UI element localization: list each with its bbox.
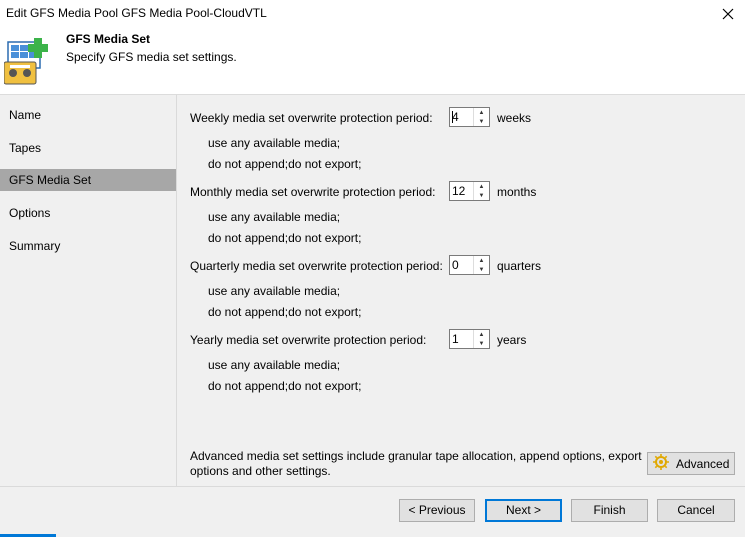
wizard-steps: Name Tapes GFS Media Set Options Summary	[0, 94, 176, 487]
cancel-button[interactable]: Cancel	[657, 499, 735, 522]
yearly-unit: years	[497, 333, 527, 347]
monthly-media-desc: use any available media;	[208, 210, 341, 224]
step-summary[interactable]: Summary	[0, 235, 176, 257]
step-label: Name	[9, 108, 42, 122]
quarterly-value: 0	[452, 258, 459, 272]
monthly-stepper[interactable]: 12 ▲ ▼	[449, 181, 490, 201]
yearly-stepper[interactable]: 1 ▲ ▼	[449, 329, 490, 349]
window-title: Edit GFS Media Pool GFS Media Pool-Cloud…	[6, 6, 267, 20]
finish-button[interactable]: Finish	[571, 499, 648, 522]
step-label: Options	[9, 206, 51, 220]
close-icon[interactable]	[711, 0, 745, 28]
weekly-stepper[interactable]: 4 ▲ ▼	[449, 107, 490, 127]
media-pool-icon	[3, 32, 56, 86]
quarterly-label: Quarterly media set overwrite protection…	[190, 259, 443, 273]
yearly-value: 1	[452, 332, 459, 346]
step-label: Tapes	[9, 141, 42, 155]
quarterly-media-desc: use any available media;	[208, 284, 341, 298]
step-tapes[interactable]: Tapes	[0, 137, 176, 159]
yearly-append-desc: do not append;do not export;	[208, 379, 362, 393]
weekly-value: 4	[452, 110, 459, 124]
wizard-header: GFS Media Set Specify GFS media set sett…	[0, 28, 745, 92]
advanced-note-line1: Advanced media set settings include gran…	[190, 449, 642, 463]
wizard-footer: < Previous Next > Finish Cancel	[0, 486, 745, 537]
yearly-label: Yearly media set overwrite protection pe…	[190, 333, 427, 347]
monthly-value: 12	[452, 184, 466, 198]
step-name[interactable]: Name	[0, 104, 176, 126]
spin-up-icon[interactable]: ▲	[474, 330, 489, 339]
previous-button[interactable]: < Previous	[399, 499, 475, 522]
monthly-unit: months	[497, 185, 537, 199]
spin-down-icon[interactable]: ▼	[474, 117, 489, 126]
advanced-note-line2: options and other settings.	[190, 464, 331, 478]
advanced-button[interactable]: Advanced	[647, 452, 735, 475]
monthly-label: Monthly media set overwrite protection p…	[190, 185, 436, 199]
page-title: GFS Media Set	[66, 32, 151, 46]
weekly-label: Weekly media set overwrite protection pe…	[190, 111, 433, 125]
spin-up-icon[interactable]: ▲	[474, 256, 489, 265]
quarterly-stepper[interactable]: 0 ▲ ▼	[449, 255, 490, 275]
weekly-append-desc: do not append;do not export;	[208, 157, 362, 171]
page-subtitle: Specify GFS media set settings.	[66, 50, 237, 64]
quarterly-unit: quarters	[497, 259, 542, 273]
step-options[interactable]: Options	[0, 202, 176, 224]
settings-panel: Weekly media set overwrite protection pe…	[176, 94, 745, 486]
step-label: GFS Media Set	[9, 173, 92, 187]
next-button[interactable]: Next >	[485, 499, 562, 522]
step-gfs-media-set[interactable]: GFS Media Set	[0, 169, 176, 191]
weekly-unit: weeks	[497, 111, 532, 125]
spin-down-icon[interactable]: ▼	[474, 191, 489, 200]
weekly-media-desc: use any available media;	[208, 136, 341, 150]
spin-down-icon[interactable]: ▼	[474, 339, 489, 348]
step-label: Summary	[9, 239, 61, 253]
title-bar: Edit GFS Media Pool GFS Media Pool-Cloud…	[0, 0, 745, 28]
advanced-label: Advanced	[676, 456, 730, 471]
gear-icon	[652, 453, 670, 474]
spin-up-icon[interactable]: ▲	[474, 182, 489, 191]
yearly-media-desc: use any available media;	[208, 358, 341, 372]
quarterly-append-desc: do not append;do not export;	[208, 305, 362, 319]
spin-down-icon[interactable]: ▼	[474, 265, 489, 274]
monthly-append-desc: do not append;do not export;	[208, 231, 362, 245]
spin-up-icon[interactable]: ▲	[474, 108, 489, 117]
